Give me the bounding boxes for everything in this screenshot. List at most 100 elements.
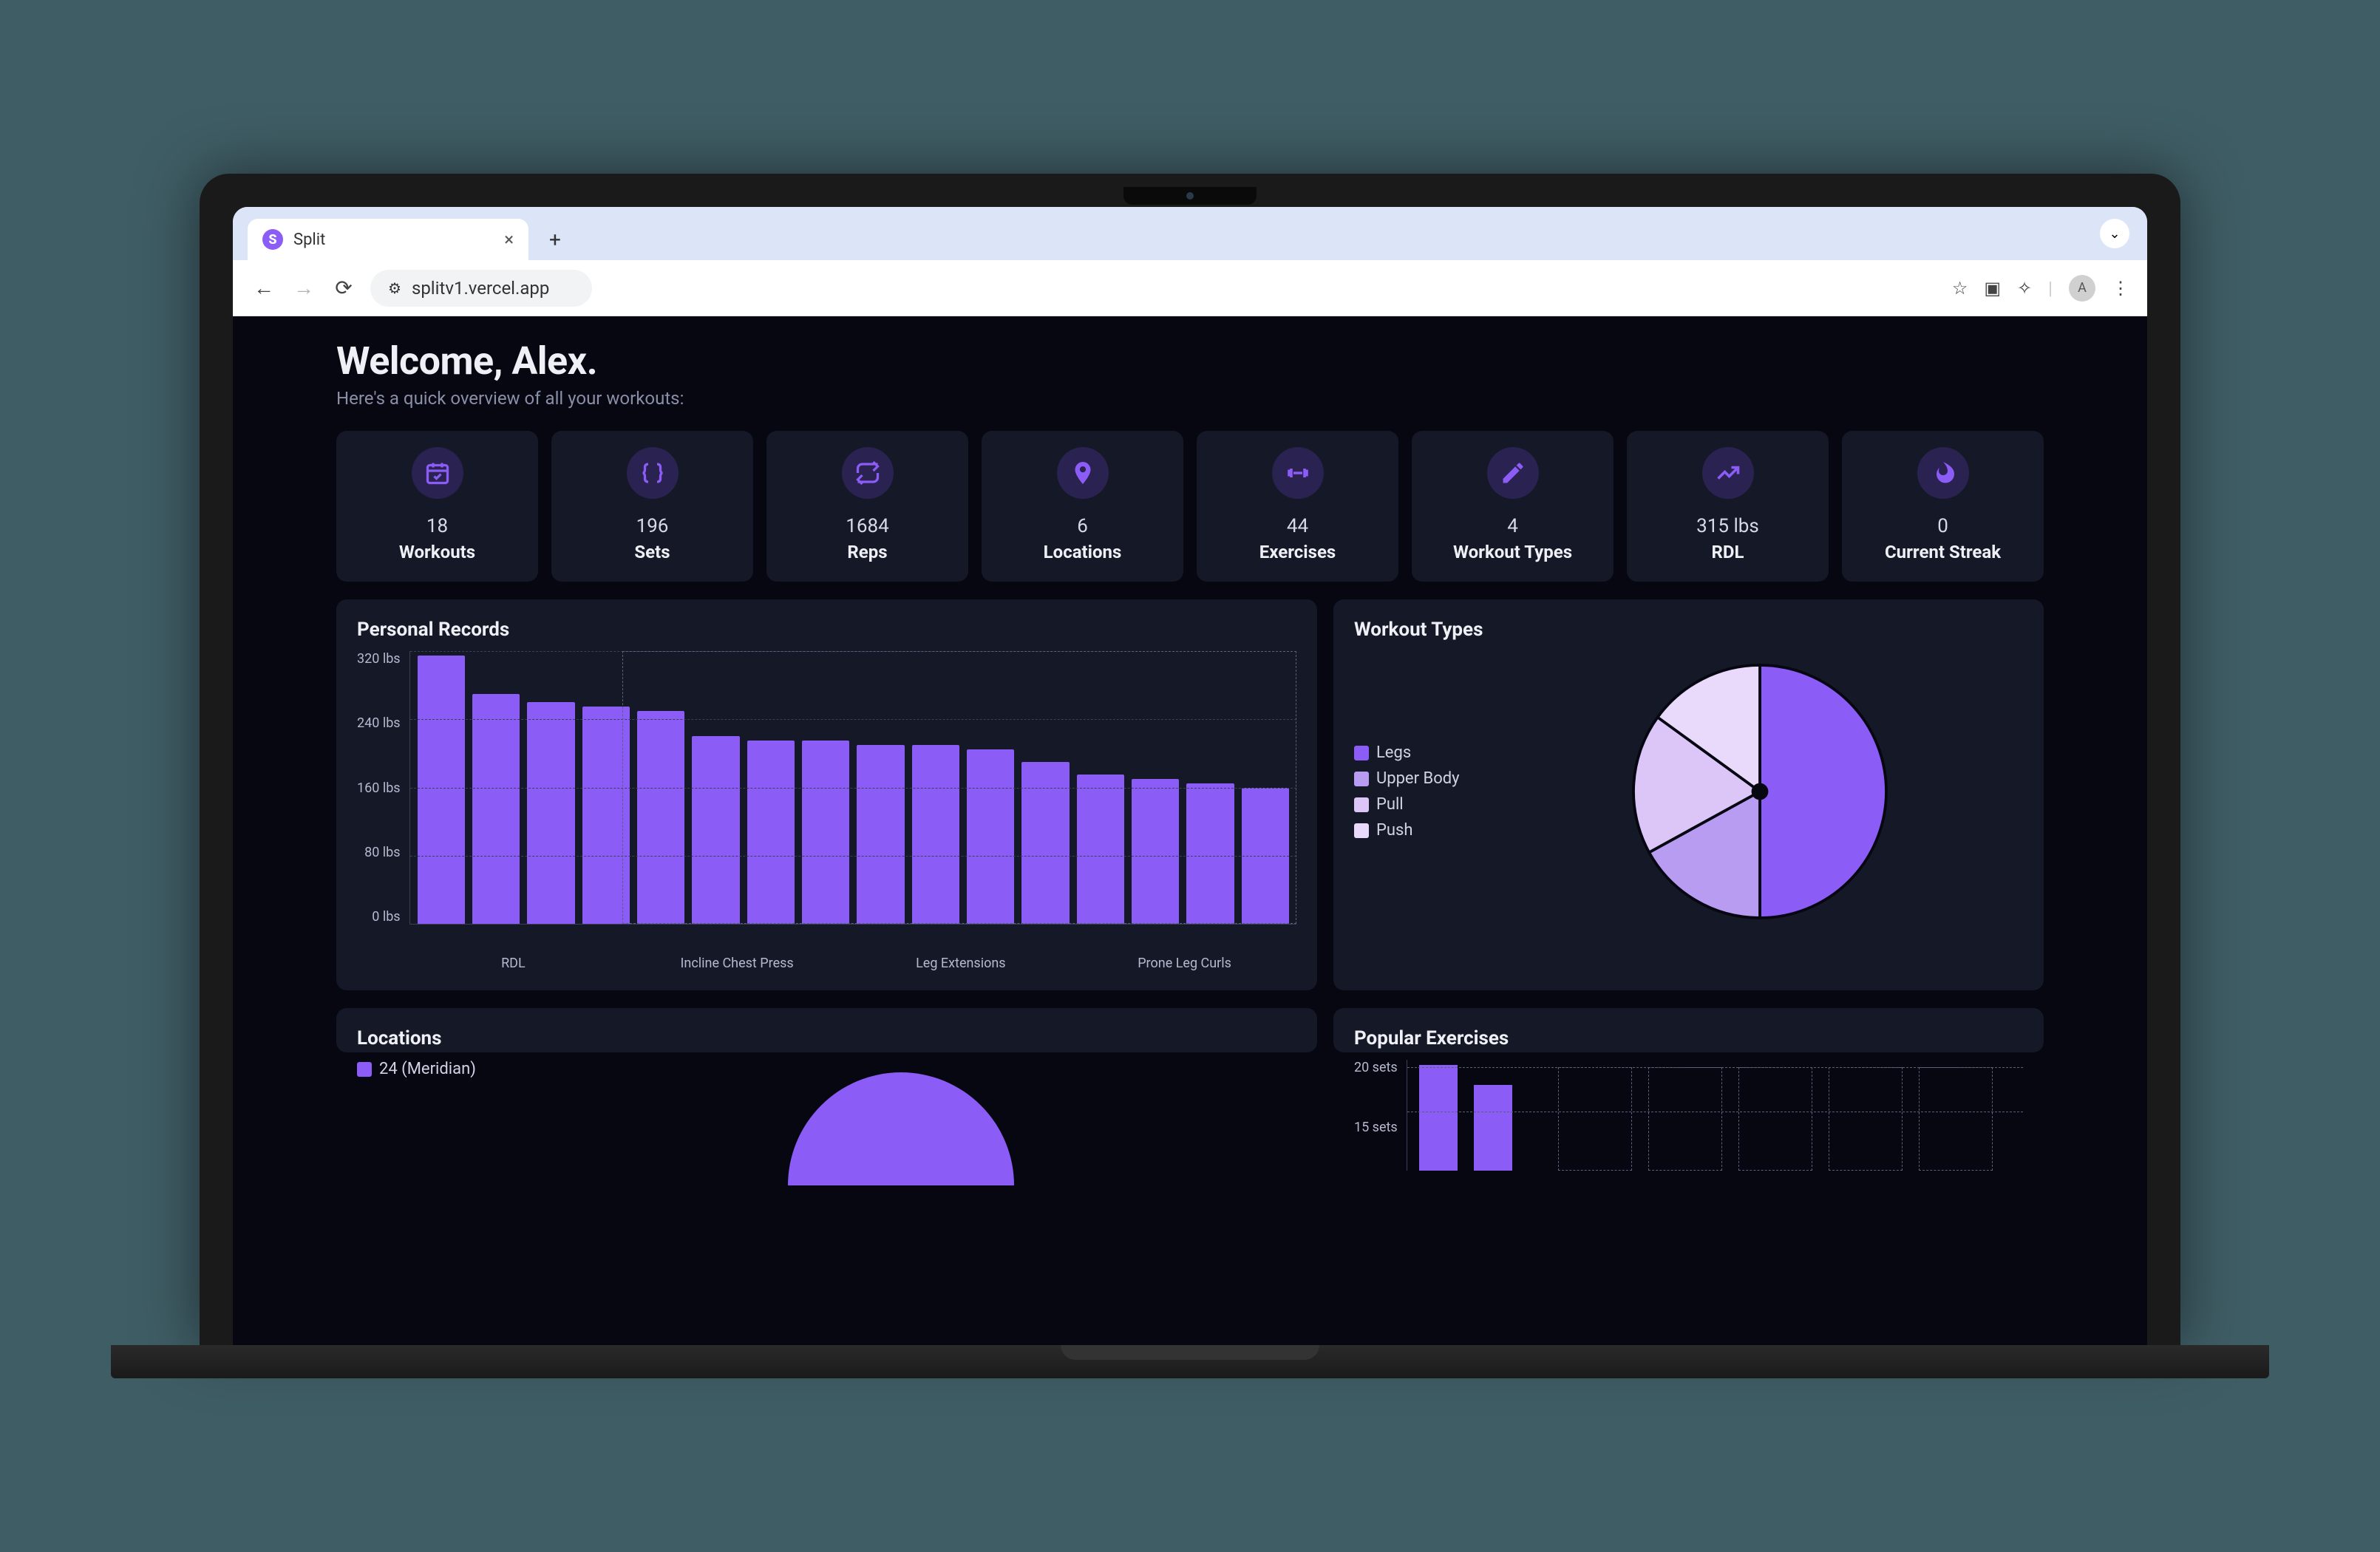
bar[interactable] xyxy=(1132,779,1179,924)
y-tick: 0 lbs xyxy=(357,909,401,925)
close-icon[interactable]: × xyxy=(504,229,514,250)
browser-toolbar: ← → ⟳ ⚙ splitv1.vercel.app ☆ ▣ ✧ | A ⋮ xyxy=(233,260,2147,316)
stat-card[interactable]: 18Workouts xyxy=(336,431,538,582)
x-tick: Incline Chest Press xyxy=(625,956,849,971)
stat-card[interactable]: 0 Current Streak xyxy=(1842,431,2044,582)
browser-tab-strip: S Split × + ⌄ xyxy=(233,207,2147,260)
forward-button[interactable]: → xyxy=(290,276,317,300)
stat-value: 0 xyxy=(1937,515,1948,537)
reload-button[interactable]: ⟳ xyxy=(330,276,357,300)
stat-card[interactable]: 315 lbs RDL xyxy=(1627,431,1829,582)
bar[interactable] xyxy=(912,745,959,924)
stat-card[interactable]: 4Workout Types xyxy=(1412,431,1614,582)
bar[interactable] xyxy=(1474,1085,1512,1171)
bar[interactable] xyxy=(747,741,795,924)
stat-card[interactable]: 196 Sets xyxy=(551,431,753,582)
y-tick: 80 lbs xyxy=(357,845,401,860)
workout-types-legend: Legs Upper Body Pull Push xyxy=(1354,743,1460,840)
braces-icon xyxy=(627,447,679,499)
popular-exercises-chart: 20 sets15 sets xyxy=(1354,1060,2023,1171)
calendar-icon xyxy=(412,447,463,499)
y-tick: 20 sets xyxy=(1354,1060,1398,1075)
legend-label: Legs xyxy=(1376,743,1411,762)
stat-label: RDL xyxy=(1712,542,1744,562)
locations-legend: 24 (Meridian) xyxy=(357,1060,476,1078)
legend-label: Upper Body xyxy=(1376,769,1460,788)
bar[interactable] xyxy=(472,694,520,924)
laptop-frame: S Split × + ⌄ ← → ⟳ ⚙ splitv1.vercel.app… xyxy=(200,174,2180,1378)
panel-title: Personal Records xyxy=(357,619,1296,641)
locations-pie xyxy=(775,1060,1027,1185)
extensions-icon[interactable]: ✧ xyxy=(2017,278,2032,299)
panel-locations: Locations 24 (Meridian) xyxy=(336,1008,1317,1052)
legend-label: Push xyxy=(1376,821,1412,840)
laptop-base xyxy=(111,1345,2269,1378)
workout-types-pie xyxy=(1619,651,1900,932)
personal-records-chart: 320 lbs240 lbs160 lbs80 lbs0 lbs xyxy=(357,651,1296,947)
favicon: S xyxy=(262,229,283,250)
browser-window: S Split × + ⌄ ← → ⟳ ⚙ splitv1.vercel.app… xyxy=(233,207,2147,1345)
stat-value: 6 xyxy=(1077,515,1088,537)
x-tick: Prone Leg Curls xyxy=(1072,956,1296,971)
pin-icon xyxy=(1057,447,1109,499)
bar[interactable] xyxy=(418,656,465,924)
laptop-notch xyxy=(1123,187,1257,205)
pie-slice[interactable] xyxy=(1760,665,1886,918)
site-settings-icon[interactable]: ⚙ xyxy=(388,279,401,297)
bar[interactable] xyxy=(1021,762,1069,924)
stat-value: 1684 xyxy=(846,515,888,537)
profile-avatar[interactable]: A xyxy=(2069,275,2095,302)
page-subtitle: Here's a quick overview of all your work… xyxy=(336,388,2044,409)
placeholder-box xyxy=(1558,1067,1632,1171)
stat-label: Workout Types xyxy=(1453,542,1572,562)
legend-label: 24 (Meridian) xyxy=(379,1060,476,1078)
stat-label: Workouts xyxy=(399,542,475,562)
bar[interactable] xyxy=(802,741,849,924)
panel-personal-records: Personal Records 320 lbs240 lbs160 lbs80… xyxy=(336,599,1317,990)
bar[interactable] xyxy=(582,707,630,924)
stat-value: 315 lbs xyxy=(1696,515,1759,537)
stat-label: Current Streak xyxy=(1885,542,2001,562)
stat-card[interactable]: 44Exercises xyxy=(1197,431,1398,582)
stat-value: 196 xyxy=(636,515,669,537)
bar[interactable] xyxy=(1186,783,1234,924)
stat-label: Exercises xyxy=(1259,542,1336,562)
panel-workout-types: Workout Types Legs Upper Body Pull Push xyxy=(1333,599,2044,990)
panel-title: Workout Types xyxy=(1354,619,2023,641)
stat-card[interactable]: 1684 Reps xyxy=(766,431,968,582)
placeholder-box xyxy=(1648,1067,1722,1171)
repeat-icon xyxy=(842,447,894,499)
bar[interactable] xyxy=(692,736,739,924)
panel-popular-exercises: Popular Exercises 20 sets15 sets xyxy=(1333,1008,2044,1052)
legend-item: Push xyxy=(1354,821,1460,840)
pencil-icon xyxy=(1487,447,1539,499)
download-icon[interactable]: ▣ xyxy=(1984,278,2001,299)
bar[interactable] xyxy=(1077,775,1124,924)
menu-icon[interactable]: ⋮ xyxy=(2112,278,2129,299)
bar[interactable] xyxy=(637,711,684,924)
stat-card[interactable]: 6Locations xyxy=(982,431,1183,582)
placeholder-box xyxy=(1919,1067,1993,1171)
url-text: splitv1.vercel.app xyxy=(412,278,549,299)
bar[interactable] xyxy=(1419,1065,1458,1171)
legend-item: Pull xyxy=(1354,795,1460,814)
new-tab-button[interactable]: + xyxy=(540,225,570,254)
x-tick: RDL xyxy=(401,956,625,971)
page-title: Welcome, Alex. xyxy=(336,338,2044,384)
y-tick: 240 lbs xyxy=(357,715,401,731)
legend-label: Pull xyxy=(1376,795,1404,814)
bar[interactable] xyxy=(527,702,574,924)
y-tick: 160 lbs xyxy=(357,780,401,796)
stat-label: Sets xyxy=(634,542,670,562)
back-button[interactable]: ← xyxy=(251,276,277,300)
address-bar[interactable]: ⚙ splitv1.vercel.app xyxy=(370,270,592,307)
stat-label: Reps xyxy=(847,542,887,562)
x-tick: Leg Extensions xyxy=(849,956,1072,971)
bookmark-icon[interactable]: ☆ xyxy=(1952,278,1968,299)
browser-tab-active[interactable]: S Split × xyxy=(248,219,528,260)
trend-icon xyxy=(1702,447,1754,499)
bar[interactable] xyxy=(967,749,1014,924)
laptop-screen: S Split × + ⌄ ← → ⟳ ⚙ splitv1.vercel.app… xyxy=(200,174,2180,1345)
bar[interactable] xyxy=(857,745,904,924)
tabs-dropdown-button[interactable]: ⌄ xyxy=(2100,219,2129,248)
